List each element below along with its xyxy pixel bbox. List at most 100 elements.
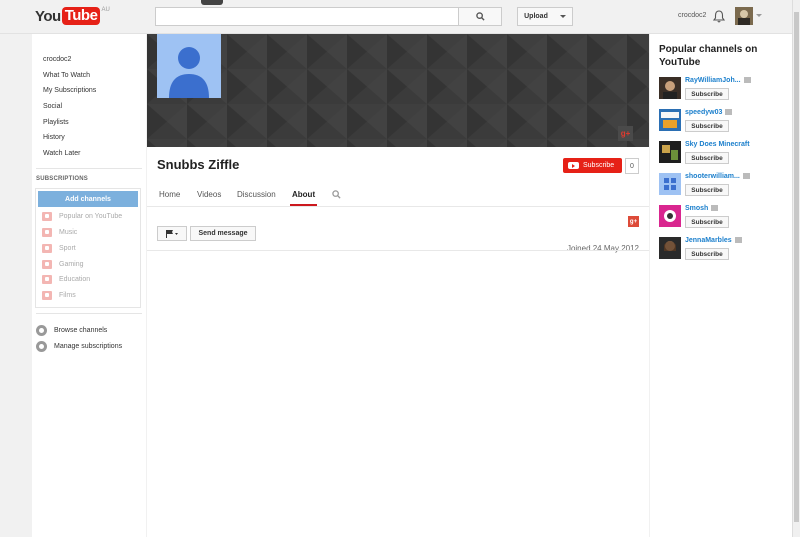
manage-subscriptions-link[interactable]: Manage subscriptions (36, 341, 122, 352)
channel-name-link[interactable]: Sky Does Minecraft (685, 141, 750, 148)
channel-title: Snubbs Ziffle (157, 157, 240, 172)
send-message-button[interactable]: Send message (190, 226, 256, 241)
gear-icon (36, 325, 47, 336)
guide-item-watch-later[interactable]: Watch Later (43, 150, 80, 157)
category-music[interactable]: Music (42, 227, 77, 237)
category-popular[interactable]: Popular on YouTube (42, 211, 122, 221)
add-channels-button[interactable]: Add channels (38, 191, 138, 207)
chevron-down-icon[interactable] (756, 14, 762, 17)
channel-name-link[interactable]: speedyw03 (685, 109, 733, 116)
verified-icon (725, 109, 733, 116)
guide-item-channel[interactable]: crocdoc2 (43, 56, 71, 63)
tab-about[interactable]: About (292, 190, 315, 199)
guide-item-what-to-watch[interactable]: What To Watch (43, 72, 90, 79)
banner-pattern (147, 34, 649, 147)
category-films[interactable]: Films (42, 290, 76, 300)
tab-home[interactable]: Home (159, 190, 180, 199)
channel-name-link[interactable]: JennaMarbles (685, 237, 742, 244)
header-username[interactable]: crocdoc2 (678, 12, 706, 19)
channel-thumbnail[interactable] (659, 237, 681, 259)
default-user-icon (157, 34, 221, 98)
guide-item-history[interactable]: History (43, 134, 65, 141)
category-label: Popular on YouTube (59, 212, 123, 220)
tab-discussion[interactable]: Discussion (237, 190, 276, 199)
subscribe-button[interactable]: Subscribe (685, 152, 729, 164)
channel-name-link[interactable]: Smosh (685, 205, 719, 212)
verified-icon (743, 77, 751, 84)
popular-channel-item: speedyw03 Subscribe (659, 109, 789, 133)
divider (147, 250, 649, 251)
popular-channel-item: RayWilliamJoh... Subscribe (659, 77, 789, 101)
channel-name-link[interactable]: RayWilliamJoh... (685, 77, 751, 84)
masthead: You Tube AU Upload crocdoc2 (0, 0, 792, 34)
education-icon (42, 274, 52, 284)
youtube-play-icon (568, 162, 579, 169)
browse-channels-label: Browse channels (54, 327, 108, 334)
category-label: Gaming (59, 260, 84, 268)
bell-icon[interactable] (713, 10, 725, 23)
guide-item-social[interactable]: Social (43, 103, 62, 110)
channel-thumbnail[interactable] (659, 173, 681, 195)
channel-main: g+ Snubbs Ziffle Subscribe 0 Home Videos… (147, 34, 649, 537)
subscribe-button[interactable]: Subscribe (563, 158, 622, 173)
logo-you: You (35, 8, 61, 25)
category-education[interactable]: Education (42, 274, 90, 284)
subscribe-button[interactable]: Subscribe (685, 184, 729, 196)
scrollbar-thumb[interactable] (794, 12, 799, 522)
films-icon (42, 290, 52, 300)
channel-search-icon[interactable] (332, 190, 341, 199)
manage-subscriptions-label: Manage subscriptions (54, 343, 123, 350)
popular-channel-item: shooterwilliam... Subscribe (659, 173, 789, 197)
popular-channel-item: Sky Does Minecraft Subscribe (659, 141, 789, 165)
category-label: Education (59, 275, 91, 283)
subscribe-button[interactable]: Subscribe (685, 120, 729, 132)
page-scrollbar[interactable] (792, 0, 800, 537)
avatar[interactable] (735, 7, 753, 25)
subscribe-button[interactable]: Subscribe (685, 216, 729, 228)
channel-name-link[interactable]: shooterwilliam... (685, 173, 750, 180)
channel-banner: g+ (147, 34, 649, 147)
joined-date: Joined 24 May 2012 (566, 244, 639, 253)
browse-channels-link[interactable]: Browse channels (36, 325, 107, 336)
search-button[interactable] (458, 7, 502, 26)
gear-icon (36, 341, 47, 352)
chevron-down-icon (560, 15, 566, 18)
flag-menu-button[interactable] (157, 226, 187, 241)
tab-videos[interactable]: Videos (197, 190, 221, 199)
guide-item-my-subscriptions[interactable]: My Subscriptions (43, 87, 96, 94)
category-sport[interactable]: Sport (42, 243, 76, 253)
verified-icon (734, 237, 742, 244)
sport-icon (42, 243, 52, 253)
gaming-icon (42, 259, 52, 269)
google-plus-icon[interactable]: g+ (618, 126, 633, 141)
upload-menu-button[interactable] (554, 7, 573, 26)
google-plus-share-icon[interactable]: g+ (628, 216, 639, 227)
subscribe-label: Subscribe (583, 162, 615, 169)
flag-icon (166, 229, 178, 238)
channel-thumbnail[interactable] (659, 205, 681, 227)
verified-icon (711, 205, 719, 212)
guide-item-playlists[interactable]: Playlists (43, 119, 69, 126)
subscribe-button[interactable]: Subscribe (685, 88, 729, 100)
music-icon (42, 227, 52, 237)
channel-thumbnail[interactable] (659, 109, 681, 131)
upload-button[interactable]: Upload (517, 7, 555, 26)
channel-avatar[interactable] (157, 34, 221, 98)
divider (36, 313, 142, 314)
youtube-logo[interactable]: You Tube AU (35, 7, 110, 27)
divider (36, 168, 142, 169)
popular-channels-title: Popular channels on YouTube (659, 44, 758, 68)
channel-thumbnail[interactable] (659, 77, 681, 99)
subscriptions-box: Add channels Popular on YouTube Music Sp… (35, 188, 141, 308)
channel-thumbnail[interactable] (659, 141, 681, 163)
subscribe-button[interactable]: Subscribe (685, 248, 729, 260)
category-label: Films (59, 291, 76, 299)
popular-channel-item: JennaMarbles Subscribe (659, 237, 789, 261)
search-input[interactable] (155, 7, 460, 26)
subscriptions-heading: SUBSCRIPTIONS (36, 176, 88, 182)
popular-channel-item: Smosh Subscribe (659, 205, 789, 229)
verified-icon (742, 173, 750, 180)
guide-sidebar: crocdoc2 What To Watch My Subscriptions … (32, 34, 146, 537)
category-gaming[interactable]: Gaming (42, 259, 84, 269)
logo-tube: Tube (61, 7, 101, 25)
